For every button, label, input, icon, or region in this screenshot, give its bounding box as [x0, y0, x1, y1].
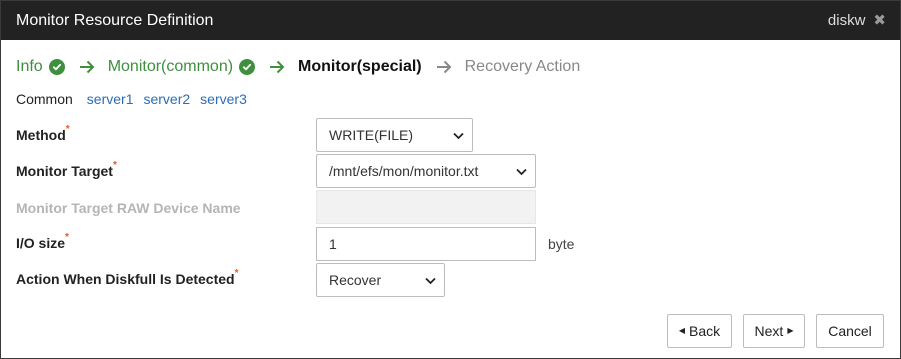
- io-size-unit: byte: [548, 236, 575, 252]
- title-bar: Monitor Resource Definition diskw ✖: [1, 1, 900, 40]
- monitor-resource-dialog: Monitor Resource Definition diskw ✖ Info…: [0, 0, 901, 359]
- tab-server1[interactable]: server1: [87, 91, 134, 107]
- step-recovery-action-label: Recovery Action: [464, 58, 581, 75]
- step-info-label: Info: [16, 58, 43, 75]
- required-marker: *: [65, 124, 70, 135]
- title-right: diskw ✖: [828, 12, 886, 29]
- step-monitor-special-label: Monitor(special): [298, 58, 422, 75]
- back-button[interactable]: ◀ Back: [667, 314, 732, 348]
- io-size-input[interactable]: 1: [316, 227, 536, 261]
- arrow-right-icon: [79, 60, 95, 74]
- raw-device-row: Monitor Target RAW Device Name: [16, 200, 241, 216]
- method-select[interactable]: WRITE(FILE): [316, 118, 473, 152]
- next-button[interactable]: Next ▶: [743, 314, 805, 348]
- monitor-target-select[interactable]: /mnt/efs/mon/monitor.txt: [316, 154, 536, 188]
- method-label: Method*: [16, 124, 70, 143]
- tab-server2[interactable]: server2: [143, 91, 190, 107]
- wizard-steps: Info Monitor(common) Monitor(special) Re…: [16, 57, 580, 77]
- method-row: Method*: [16, 124, 70, 143]
- step-info[interactable]: Info: [16, 58, 65, 76]
- step-monitor-special: Monitor(special): [298, 58, 422, 76]
- raw-device-input: [316, 190, 536, 224]
- chevron-down-icon: [453, 127, 464, 143]
- diskfull-action-row: Action When Diskfull Is Detected*: [16, 268, 239, 287]
- caret-left-icon: ◀: [678, 326, 686, 335]
- monitor-target-label: Monitor Target*: [16, 160, 117, 179]
- step-monitor-common-label: Monitor(common): [107, 58, 234, 75]
- raw-device-label: Monitor Target RAW Device Name: [16, 200, 241, 216]
- server-tabs: Common server1 server2 server3: [16, 91, 247, 107]
- io-size-row: I/O size*: [16, 232, 69, 251]
- arrow-right-icon: [436, 60, 452, 74]
- resource-name: diskw: [827, 12, 866, 29]
- check-circle-icon: [239, 59, 256, 75]
- diskfull-action-label: Action When Diskfull Is Detected*: [16, 268, 239, 287]
- tab-common[interactable]: Common: [16, 91, 73, 107]
- monitor-target-value: /mnt/efs/mon/monitor.txt: [329, 163, 479, 179]
- caret-right-icon: ▶: [787, 326, 794, 335]
- check-circle-icon: [48, 59, 65, 75]
- dialog-title: Monitor Resource Definition: [16, 11, 214, 29]
- required-marker: *: [234, 268, 239, 279]
- step-monitor-common[interactable]: Monitor(common): [107, 58, 256, 76]
- back-button-label: Back: [689, 323, 721, 339]
- arrow-right-icon: [269, 60, 285, 74]
- io-size-label: I/O size*: [16, 232, 69, 251]
- required-marker: *: [65, 232, 69, 243]
- diskfull-action-value: Recover: [329, 272, 382, 288]
- cancel-button-label: Cancel: [828, 323, 872, 339]
- chevron-down-icon: [516, 163, 527, 179]
- chevron-down-icon: [425, 272, 436, 288]
- diskfull-action-select[interactable]: Recover: [316, 263, 445, 297]
- close-icon[interactable]: ✖: [873, 13, 886, 28]
- method-value: WRITE(FILE): [329, 127, 413, 143]
- next-button-label: Next: [754, 323, 784, 339]
- required-marker: *: [112, 160, 117, 171]
- tab-server3[interactable]: server3: [200, 91, 247, 107]
- monitor-target-row: Monitor Target*: [16, 160, 117, 179]
- cancel-button[interactable]: Cancel: [816, 314, 884, 348]
- step-recovery-action: Recovery Action: [465, 58, 581, 76]
